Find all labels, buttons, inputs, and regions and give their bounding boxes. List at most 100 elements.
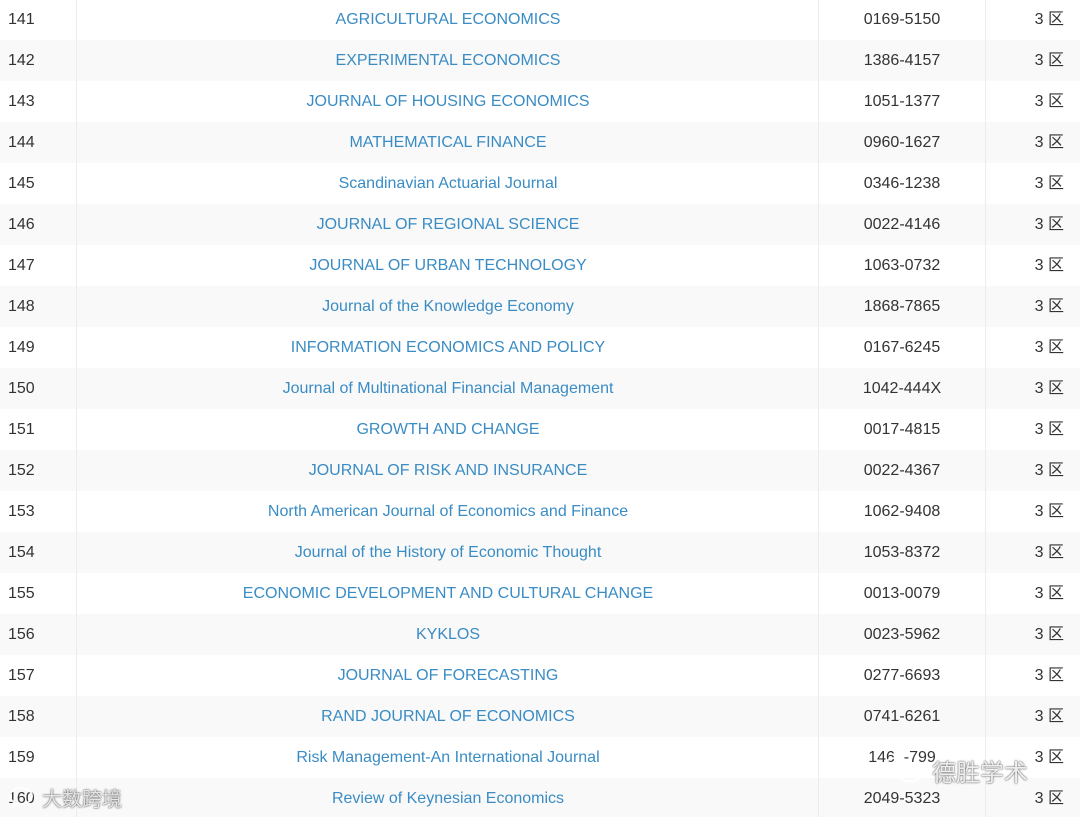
table-row: 151 GROWTH AND CHANGE 0017-4815 3 区 — [0, 409, 1080, 450]
issn-cell: 1051-1377 — [819, 81, 986, 122]
journal-title-link[interactable]: Risk Management-An International Journal — [296, 749, 599, 766]
issn-cell: 0017-4815 — [819, 409, 986, 450]
zone-cell: 3 区 — [1034, 544, 1064, 561]
journal-table: 141 AGRICULTURAL ECONOMICS 0169-5150 3 区 142… — [0, 0, 1080, 817]
zone-cell: 3 区 — [1034, 462, 1064, 479]
table-row: 149 INFORMATION ECONOMICS AND POLICY 0167-… — [0, 327, 1080, 368]
journal-title-link[interactable]: Journal of Multinational Financial Manag… — [283, 380, 614, 397]
issn-cell: 1386-4157 — [819, 40, 986, 81]
table-row: 147 JOURNAL OF URBAN TECHNOLOGY 1063-0732 3… — [0, 245, 1080, 286]
journal-title-link[interactable]: AGRICULTURAL ECONOMICS — [336, 11, 561, 28]
zone-cell: 3 区 — [1034, 667, 1064, 684]
journal-title-link[interactable]: ECONOMIC DEVELOPMENT AND CULTURAL CHANGE — [243, 585, 653, 602]
row-number: 148 — [0, 286, 77, 327]
journal-title-link[interactable]: GROWTH AND CHANGE — [356, 421, 539, 438]
journal-title-link[interactable]: EXPERIMENTAL ECONOMICS — [336, 52, 561, 69]
zone-cell: 3 区 — [1034, 134, 1064, 151]
journal-title-cell: Scandinavian Actuarial Journal — [78, 163, 819, 204]
zone-cell: 3 区 — [1034, 298, 1064, 315]
zone-cell: 3 区 — [1034, 585, 1064, 602]
journal-title-link[interactable]: North American Journal of Economics and … — [268, 503, 628, 520]
journal-title-link[interactable]: JOURNAL OF HOUSING ECONOMICS — [307, 93, 590, 110]
row-number: 159 — [0, 737, 77, 778]
journal-title-cell: JOURNAL OF RISK AND INSURANCE — [78, 450, 819, 491]
watermark-left-text: 大数跨境 — [42, 786, 122, 811]
row-number: 144 — [0, 122, 77, 163]
journal-title-cell: ECONOMIC DEVELOPMENT AND CULTURAL CHANGE — [78, 573, 819, 614]
table-row: 152 JOURNAL OF RISK AND INSURANCE 0022-436… — [0, 450, 1080, 491]
zone-cell: 3 区 — [1034, 216, 1064, 233]
zone-cell: 3 区 — [1034, 93, 1064, 110]
journal-title-link[interactable]: INFORMATION ECONOMICS AND POLICY — [291, 339, 605, 356]
journal-title-link[interactable]: JOURNAL OF FORECASTING — [338, 667, 559, 684]
journal-title-cell: MATHEMATICAL FINANCE — [78, 122, 819, 163]
row-number: 157 — [0, 655, 77, 696]
issn-cell: 0013-0079 — [819, 573, 986, 614]
journal-title-cell: North American Journal of Economics and … — [78, 491, 819, 532]
issn-cell: 1053-8372 — [819, 532, 986, 573]
table-row: 144 MATHEMATICAL FINANCE 0960-1627 3 区 — [0, 122, 1080, 163]
zone-cell: 3 区 — [1034, 257, 1064, 274]
row-number: 150 — [0, 368, 77, 409]
journal-title-cell: Risk Management-An International Journal — [78, 737, 819, 778]
wechat-icon — [880, 755, 924, 785]
row-number: 147 — [0, 245, 77, 286]
journal-title-cell: JOURNAL OF REGIONAL SCIENCE — [78, 204, 819, 245]
chat-bubble-icon — [8, 786, 34, 808]
zone-cell: 3 区 — [1034, 421, 1064, 438]
table-row: 150 Journal of Multinational Financial Ma… — [0, 368, 1080, 409]
zone-cell: 3 区 — [1034, 626, 1064, 643]
zone-cell: 3 区 — [1034, 175, 1064, 192]
journal-title-cell: RAND JOURNAL OF ECONOMICS — [78, 696, 819, 737]
journal-title-link[interactable]: RAND JOURNAL OF ECONOMICS — [321, 708, 575, 725]
journal-title-link[interactable]: JOURNAL OF URBAN TECHNOLOGY — [309, 257, 586, 274]
row-number: 152 — [0, 450, 77, 491]
issn-cell: 0023-5962 — [819, 614, 986, 655]
issn-cell: 1868-7865 — [819, 286, 986, 327]
journal-title-cell: Journal of Multinational Financial Manag… — [78, 368, 819, 409]
row-number: 149 — [0, 327, 77, 368]
journal-title-link[interactable]: JOURNAL OF REGIONAL SCIENCE — [317, 216, 580, 233]
zone-cell: 3 区 — [1034, 52, 1064, 69]
journal-title-link[interactable]: Review of Keynesian Economics — [332, 790, 564, 807]
journal-title-link[interactable]: Journal of the Knowledge Economy — [322, 298, 574, 315]
journal-title-cell: Journal of the History of Economic Thoug… — [78, 532, 819, 573]
journal-title-cell: GROWTH AND CHANGE — [78, 409, 819, 450]
journal-title-cell: INFORMATION ECONOMICS AND POLICY — [78, 327, 819, 368]
journal-title-link[interactable]: JOURNAL OF RISK AND INSURANCE — [309, 462, 588, 479]
table-row: 158 RAND JOURNAL OF ECONOMICS 0741-6261 3 区 — [0, 696, 1080, 737]
table-row: 155 ECONOMIC DEVELOPMENT AND CULTURAL CHA… — [0, 573, 1080, 614]
journal-title-link[interactable]: KYKLOS — [416, 626, 480, 643]
watermark-left: 大数跨境 — [8, 783, 122, 811]
watermark-right: 德胜学术 — [880, 752, 1028, 788]
journal-title-cell: JOURNAL OF URBAN TECHNOLOGY — [78, 245, 819, 286]
table-row: 145 Scandinavian Actuarial Journal 0346-12… — [0, 163, 1080, 204]
issn-cell: 1063-0732 — [819, 245, 986, 286]
table-row: 148 Journal of the Knowledge Economy 1868-… — [0, 286, 1080, 327]
row-number: 153 — [0, 491, 77, 532]
journal-title-link[interactable]: Journal of the History of Economic Thoug… — [295, 544, 602, 561]
journal-title-cell: KYKLOS — [78, 614, 819, 655]
journal-title-cell: JOURNAL OF FORECASTING — [78, 655, 819, 696]
row-number: 156 — [0, 614, 77, 655]
table-row: 141 AGRICULTURAL ECONOMICS 0169-5150 3 区 — [0, 0, 1080, 40]
issn-cell: 0169-5150 — [819, 0, 986, 40]
row-number: 141 — [0, 0, 77, 40]
table-row: 157 JOURNAL OF FORECASTING 0277-6693 3 区 — [0, 655, 1080, 696]
row-number: 158 — [0, 696, 77, 737]
table-row: 154 Journal of the History of Economic Th… — [0, 532, 1080, 573]
journal-title-cell: JOURNAL OF HOUSING ECONOMICS — [78, 81, 819, 122]
table-row: 142 EXPERIMENTAL ECONOMICS 1386-4157 3 区 — [0, 40, 1080, 81]
row-number: 151 — [0, 409, 77, 450]
row-number: 142 — [0, 40, 77, 81]
row-number: 145 — [0, 163, 77, 204]
row-number: 146 — [0, 204, 77, 245]
row-number: 154 — [0, 532, 77, 573]
zone-cell: 3 区 — [1034, 380, 1064, 397]
issn-cell: 0346-1238 — [819, 163, 986, 204]
table-row: 146 JOURNAL OF REGIONAL SCIENCE 0022-4146 3… — [0, 204, 1080, 245]
journal-title-link[interactable]: Scandinavian Actuarial Journal — [339, 175, 558, 192]
issn-cell: 0022-4146 — [819, 204, 986, 245]
journal-title-link[interactable]: MATHEMATICAL FINANCE — [349, 134, 546, 151]
issn-cell: 0741-6261 — [819, 696, 986, 737]
